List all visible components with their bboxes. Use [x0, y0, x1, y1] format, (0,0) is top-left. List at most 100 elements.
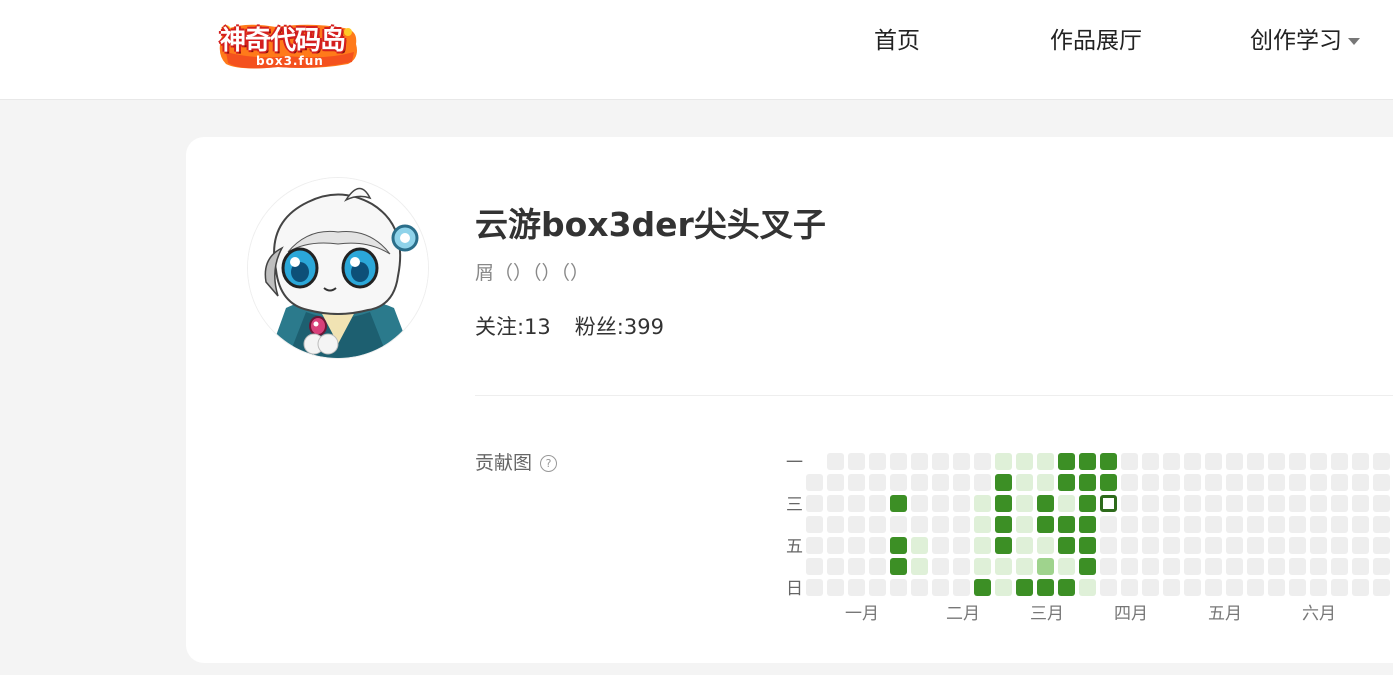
contribution-cell[interactable]	[1100, 516, 1117, 533]
contribution-cell[interactable]	[806, 558, 823, 575]
contribution-cell[interactable]	[1016, 579, 1033, 596]
contribution-cell[interactable]	[1184, 537, 1201, 554]
contribution-cell[interactable]	[1205, 474, 1222, 491]
contribution-cell[interactable]	[1226, 495, 1243, 512]
contribution-cell[interactable]	[1163, 474, 1180, 491]
contribution-cell[interactable]	[1331, 558, 1348, 575]
avatar[interactable]	[247, 177, 429, 359]
contribution-cell[interactable]	[1079, 495, 1096, 512]
contribution-cell[interactable]	[869, 516, 886, 533]
contribution-cell[interactable]	[1373, 495, 1390, 512]
contribution-cell[interactable]	[974, 579, 991, 596]
contribution-cell[interactable]	[1163, 558, 1180, 575]
contribution-cell[interactable]	[911, 453, 928, 470]
contribution-cell[interactable]	[1331, 495, 1348, 512]
contribution-cell[interactable]	[1142, 495, 1159, 512]
contribution-cell[interactable]	[848, 516, 865, 533]
contribution-cell[interactable]	[890, 558, 907, 575]
contribution-cell[interactable]	[974, 558, 991, 575]
contribution-cell[interactable]	[995, 516, 1012, 533]
contribution-cell[interactable]	[974, 495, 991, 512]
contribution-cell[interactable]	[1079, 474, 1096, 491]
contribution-cell[interactable]	[1268, 453, 1285, 470]
contribution-cell[interactable]	[953, 579, 970, 596]
contribution-cell[interactable]	[1268, 474, 1285, 491]
contribution-cell[interactable]	[848, 495, 865, 512]
contribution-cell[interactable]	[827, 558, 844, 575]
contribution-cell[interactable]	[995, 453, 1012, 470]
contribution-cell[interactable]	[1205, 516, 1222, 533]
contribution-cell[interactable]	[1163, 495, 1180, 512]
contribution-cell[interactable]	[995, 558, 1012, 575]
contribution-cell[interactable]	[1352, 516, 1369, 533]
contribution-cell[interactable]	[1352, 495, 1369, 512]
contribution-cell[interactable]	[1016, 516, 1033, 533]
contribution-cell[interactable]	[995, 579, 1012, 596]
contribution-cell[interactable]	[827, 537, 844, 554]
contribution-cell[interactable]	[1205, 537, 1222, 554]
contribution-cell[interactable]	[1163, 453, 1180, 470]
contribution-cell[interactable]	[932, 579, 949, 596]
contribution-cell[interactable]	[806, 474, 823, 491]
contribution-cell[interactable]	[1142, 516, 1159, 533]
contribution-cell[interactable]	[827, 579, 844, 596]
contribution-cell[interactable]	[1373, 516, 1390, 533]
contribution-cell[interactable]	[1058, 474, 1075, 491]
contribution-cell[interactable]	[995, 495, 1012, 512]
contribution-cell[interactable]	[848, 558, 865, 575]
contribution-cell[interactable]	[1352, 453, 1369, 470]
contribution-cell[interactable]	[848, 579, 865, 596]
contribution-cell[interactable]	[995, 474, 1012, 491]
contribution-cell[interactable]	[1142, 453, 1159, 470]
contribution-cell[interactable]	[1310, 495, 1327, 512]
contribution-cell[interactable]	[806, 516, 823, 533]
contribution-cell[interactable]	[953, 537, 970, 554]
contribution-cell[interactable]	[806, 495, 823, 512]
contribution-cell[interactable]	[1331, 516, 1348, 533]
contribution-cell[interactable]	[1226, 516, 1243, 533]
contribution-cell[interactable]	[1226, 474, 1243, 491]
contribution-cell[interactable]	[1184, 453, 1201, 470]
contribution-cell[interactable]	[869, 579, 886, 596]
contribution-cell[interactable]	[974, 516, 991, 533]
contribution-cell[interactable]	[1037, 579, 1054, 596]
nav-learning[interactable]: 创作学习	[1250, 26, 1360, 56]
contribution-cell[interactable]	[1226, 558, 1243, 575]
contribution-cell[interactable]	[1079, 537, 1096, 554]
contribution-cell[interactable]	[1163, 537, 1180, 554]
contribution-cell[interactable]	[1121, 453, 1138, 470]
contribution-cell[interactable]	[1289, 537, 1306, 554]
contribution-cell[interactable]	[1310, 474, 1327, 491]
contribution-cell[interactable]	[953, 474, 970, 491]
contribution-cell[interactable]	[869, 453, 886, 470]
contribution-cell[interactable]	[953, 516, 970, 533]
contribution-cell[interactable]	[1289, 474, 1306, 491]
contribution-cell[interactable]	[1037, 474, 1054, 491]
nav-gallery[interactable]: 作品展厅	[1050, 26, 1142, 56]
contribution-cell[interactable]	[890, 474, 907, 491]
contribution-cell[interactable]	[890, 516, 907, 533]
contribution-cell[interactable]	[1100, 558, 1117, 575]
contribution-cell[interactable]	[827, 516, 844, 533]
contribution-cell[interactable]	[1100, 495, 1117, 512]
contribution-cell[interactable]	[1268, 579, 1285, 596]
contribution-cell[interactable]	[890, 579, 907, 596]
contribution-cell[interactable]	[1205, 495, 1222, 512]
contribution-cell[interactable]	[932, 558, 949, 575]
contribution-cell[interactable]	[1037, 558, 1054, 575]
contribution-cell[interactable]	[1100, 453, 1117, 470]
contribution-cell[interactable]	[1247, 537, 1264, 554]
contribution-cell[interactable]	[911, 495, 928, 512]
contribution-cell[interactable]	[1247, 579, 1264, 596]
contribution-cell[interactable]	[1289, 495, 1306, 512]
contribution-cell[interactable]	[1142, 474, 1159, 491]
contribution-cell[interactable]	[974, 453, 991, 470]
contribution-cell[interactable]	[1373, 453, 1390, 470]
contribution-cell[interactable]	[1247, 474, 1264, 491]
contribution-cell[interactable]	[1205, 558, 1222, 575]
contribution-cell[interactable]	[974, 474, 991, 491]
contribution-cell[interactable]	[1310, 579, 1327, 596]
contribution-cell[interactable]	[1331, 453, 1348, 470]
contribution-cell[interactable]	[1058, 495, 1075, 512]
contribution-cell[interactable]	[1016, 453, 1033, 470]
